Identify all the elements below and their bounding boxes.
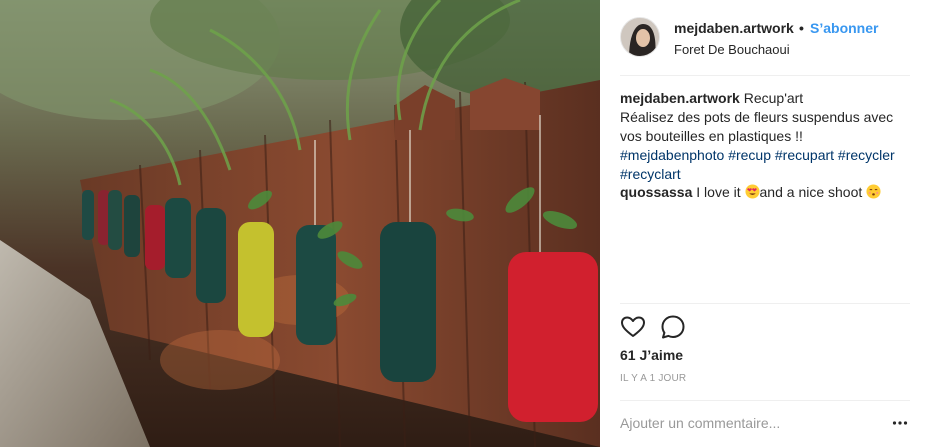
photo-illustration bbox=[0, 0, 600, 447]
heart-outline-icon[interactable] bbox=[620, 314, 646, 340]
caption-text-line-3: vos bouteilles en plastiques !! bbox=[620, 128, 803, 144]
caption-hashtags-2[interactable]: #recyclart bbox=[620, 165, 920, 184]
caption-text-line-2: Réalisez des pots de fleurs suspendus av… bbox=[620, 109, 894, 125]
profile-photo bbox=[621, 18, 659, 56]
comment-text-1: I love it bbox=[692, 184, 745, 200]
header-divider bbox=[620, 75, 910, 76]
add-comment-input[interactable] bbox=[620, 413, 870, 433]
post-header: mejdaben.artwork • S’abonner Foret De Bo… bbox=[600, 0, 930, 75]
likes-count[interactable]: 61 J’aime bbox=[620, 347, 683, 363]
post-location[interactable]: Foret De Bouchaoui bbox=[674, 42, 790, 57]
comment-username[interactable]: quossassa bbox=[620, 184, 692, 200]
speech-bubble-icon[interactable] bbox=[660, 314, 686, 340]
kiss-emoji-icon bbox=[866, 184, 881, 199]
caption-title: Recup'art bbox=[743, 90, 804, 106]
actions-divider bbox=[620, 303, 910, 304]
comment-item: quossassa I love it and a nice shoot bbox=[620, 183, 920, 201]
header-separator: • bbox=[799, 20, 804, 36]
post-caption: mejdaben.artwork Recup'art Réalisez des … bbox=[620, 89, 920, 184]
caption-hashtags[interactable]: #mejdabenphoto #recup #recupart #recycle… bbox=[620, 146, 920, 165]
heart-eyes-emoji-icon bbox=[744, 184, 760, 199]
caption-username[interactable]: mejdaben.artwork bbox=[620, 90, 740, 106]
post-photo[interactable] bbox=[0, 0, 600, 447]
post-timestamp[interactable]: IL Y A 1 JOUR bbox=[620, 373, 686, 384]
ellipsis-icon[interactable] bbox=[892, 415, 908, 431]
author-avatar[interactable] bbox=[620, 17, 660, 57]
follow-button[interactable]: S’abonner bbox=[810, 20, 878, 36]
author-username[interactable]: mejdaben.artwork bbox=[674, 20, 794, 36]
caption-first-line: mejdaben.artwork Recup'art bbox=[620, 89, 920, 108]
comment-box-divider bbox=[620, 400, 910, 401]
comment-text-2: and a nice shoot bbox=[759, 184, 867, 200]
post-side-panel: mejdaben.artwork • S’abonner Foret De Bo… bbox=[600, 0, 930, 447]
